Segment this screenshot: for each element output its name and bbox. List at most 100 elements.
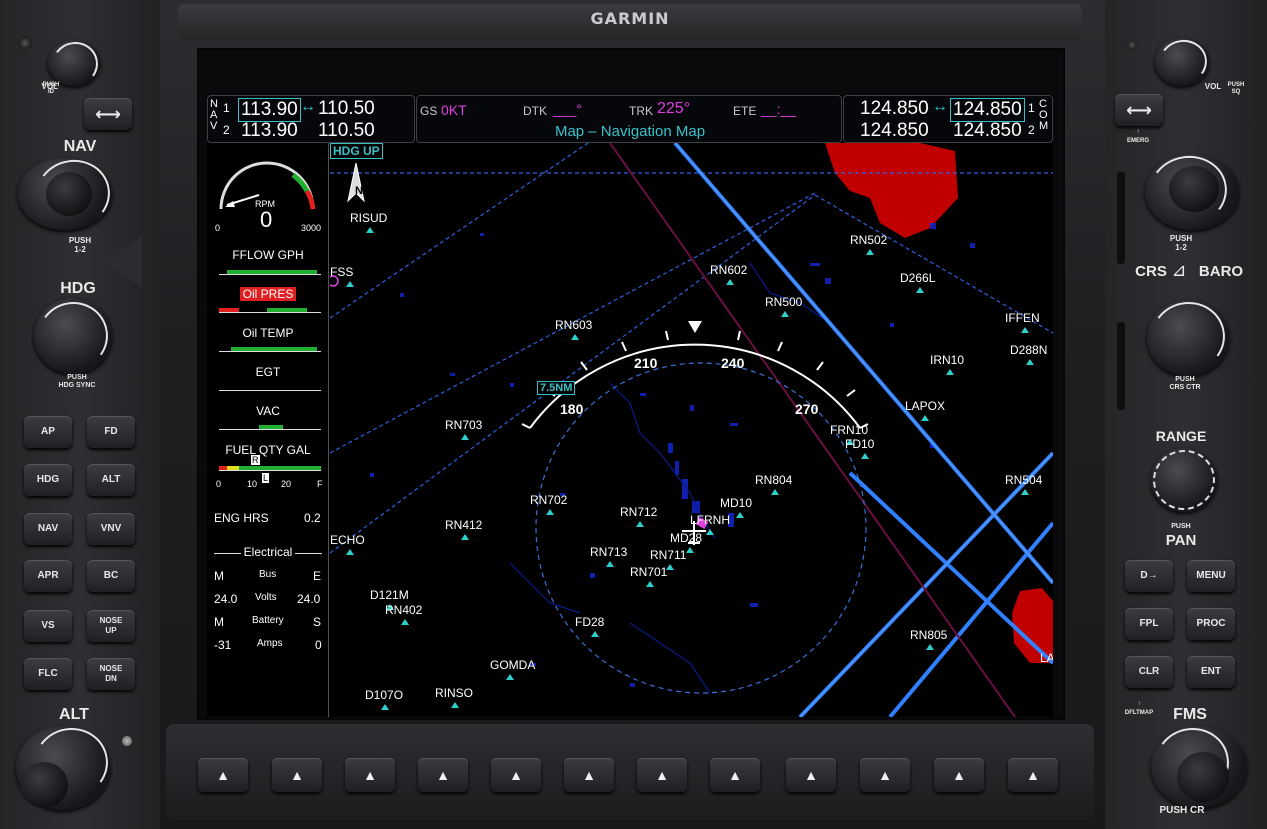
dtk-value: ___°: [553, 101, 582, 117]
waypoint-label[interactable]: RN702: [530, 493, 567, 507]
alt-button[interactable]: ALT: [87, 464, 135, 496]
crs-baro-knob[interactable]: [1145, 296, 1231, 378]
clr-button[interactable]: CLR: [1125, 656, 1173, 688]
com-swap-button[interactable]: ⟷: [1115, 94, 1163, 126]
waypoint-label[interactable]: LAPOX: [905, 399, 945, 413]
nav1-active-frequency[interactable]: 113.90: [238, 98, 301, 122]
altitude-knob[interactable]: [16, 722, 114, 810]
waypoint-label[interactable]: D121M: [370, 588, 409, 602]
waypoint-label[interactable]: RN502: [850, 233, 887, 247]
bc-button[interactable]: BC: [87, 560, 135, 592]
softkey-4[interactable]: ▲: [418, 758, 468, 792]
softkey-10[interactable]: ▲: [860, 758, 910, 792]
knob-ring: [1145, 296, 1231, 378]
waypoint-label[interactable]: FRN10: [830, 423, 868, 437]
waypoint-label[interactable]: RN805: [910, 628, 947, 642]
map-orientation-label[interactable]: HDG UP: [330, 143, 383, 159]
softkey-5[interactable]: ▲: [491, 758, 541, 792]
waypoint-label[interactable]: LFRNH: [690, 513, 730, 527]
range-joystick[interactable]: [1148, 445, 1220, 515]
navigation-map[interactable]: HDG UP N 7.5NM 180 210 240 270 RISUD FSS R…: [330, 143, 1053, 717]
waypoint-label[interactable]: RN504: [1005, 473, 1042, 487]
waypoint-label[interactable]: LA: [1040, 651, 1053, 665]
nav-tuning-knob[interactable]: [18, 154, 116, 234]
softkey-6[interactable]: ▲: [564, 758, 614, 792]
ent-button[interactable]: ENT: [1187, 656, 1235, 688]
com1-standby-frequency[interactable]: 124.850: [860, 98, 929, 120]
waypoint-label[interactable]: RN603: [555, 318, 592, 332]
nav2-standby-frequency[interactable]: 110.50: [318, 120, 375, 142]
nose-down-button[interactable]: NOSE DN: [87, 658, 135, 690]
ap-button[interactable]: AP: [24, 416, 72, 448]
com-volume-knob[interactable]: [1155, 36, 1211, 88]
direct-to-button[interactable]: D→: [1125, 560, 1173, 592]
waypoint-label[interactable]: RN701: [630, 565, 667, 579]
waypoint-label[interactable]: IFFEN: [1005, 311, 1040, 325]
hdg-button[interactable]: HDG: [24, 464, 72, 496]
softkey-1[interactable]: ▲: [198, 758, 248, 792]
flc-button[interactable]: FLC: [24, 658, 72, 690]
com2-standby-frequency[interactable]: 124.850: [860, 120, 929, 142]
waypoint-label[interactable]: RN703: [445, 418, 482, 432]
batt-s-label: S: [313, 615, 322, 629]
waypoint-label[interactable]: RISUD: [350, 211, 387, 225]
waypoint-label[interactable]: D266L: [900, 271, 935, 285]
com-inner-knob[interactable]: [1169, 166, 1219, 212]
waypoint-label[interactable]: RN412: [445, 518, 482, 532]
alt-inner-knob[interactable]: [20, 762, 68, 808]
vac-bar: [219, 418, 321, 430]
hdg-push-label: PUSH HDG SYNC: [58, 374, 96, 389]
softkey-12[interactable]: ▲: [1008, 758, 1058, 792]
rpm-min: 0: [215, 223, 221, 233]
heading-knob[interactable]: [32, 296, 114, 376]
nav-button[interactable]: NAV: [24, 513, 72, 545]
softkey-7[interactable]: ▲: [637, 758, 687, 792]
menu-button[interactable]: MENU: [1187, 560, 1235, 592]
waypoint-label[interactable]: RN713: [590, 545, 627, 559]
nose-up-button[interactable]: NOSE UP: [87, 610, 135, 642]
waypoint-label[interactable]: D288N: [1010, 343, 1047, 357]
waypoint-label[interactable]: GOMDA: [490, 658, 535, 672]
fms-inner-knob[interactable]: [1177, 752, 1229, 802]
top-bezel: GARMIN: [178, 4, 1082, 40]
batt-s-amps: 0: [315, 638, 322, 652]
waypoint-label[interactable]: IRN10: [930, 353, 964, 367]
waypoint-label[interactable]: D107O: [365, 688, 403, 702]
apr-button[interactable]: APR: [24, 560, 72, 592]
nav-volume-knob[interactable]: [48, 38, 102, 90]
waypoint-icon: [506, 674, 514, 680]
waypoint-label[interactable]: FD10: [845, 437, 874, 451]
fd-button[interactable]: FD: [87, 416, 135, 448]
softkey-11[interactable]: ▲: [934, 758, 984, 792]
com1-active-frequency[interactable]: 124.850: [950, 98, 1025, 122]
fpl-button[interactable]: FPL: [1125, 608, 1173, 640]
nav2-active-frequency[interactable]: 113.90: [241, 120, 298, 142]
waypoint-label[interactable]: RN804: [755, 473, 792, 487]
waypoint-label[interactable]: RN500: [765, 295, 802, 309]
waypoint-label[interactable]: MD28: [670, 531, 702, 545]
rpm-value: 0: [260, 207, 273, 232]
waypoint-label[interactable]: RN402: [385, 603, 422, 617]
softkey-3[interactable]: ▲: [345, 758, 395, 792]
waypoint-label[interactable]: MD10: [720, 496, 752, 510]
com2-active-frequency[interactable]: 124.850: [953, 120, 1022, 142]
waypoint-label[interactable]: ECHO: [330, 533, 365, 547]
com-tuning-knob[interactable]: [1143, 149, 1239, 233]
softkey-9[interactable]: ▲: [786, 758, 836, 792]
proc-button[interactable]: PROC: [1187, 608, 1235, 640]
waypoint-label[interactable]: FD28: [575, 615, 604, 629]
waypoint-label[interactable]: FSS: [330, 265, 353, 279]
nav1-standby-frequency[interactable]: 110.50: [318, 98, 375, 120]
waypoint-label[interactable]: RN602: [710, 263, 747, 277]
vs-button[interactable]: VS: [24, 610, 72, 642]
fms-knob[interactable]: [1149, 722, 1247, 808]
waypoint-label[interactable]: RINSO: [435, 686, 473, 700]
nav-inner-knob[interactable]: [46, 172, 92, 216]
softkey-2[interactable]: ▲: [272, 758, 322, 792]
waypoint-icon: [461, 534, 469, 540]
softkey-8[interactable]: ▲: [710, 758, 760, 792]
waypoint-label[interactable]: RN712: [620, 505, 657, 519]
nav-swap-button[interactable]: ⟷: [84, 98, 132, 130]
vnv-button[interactable]: VNV: [87, 513, 135, 545]
waypoint-label[interactable]: RN711: [650, 548, 686, 562]
